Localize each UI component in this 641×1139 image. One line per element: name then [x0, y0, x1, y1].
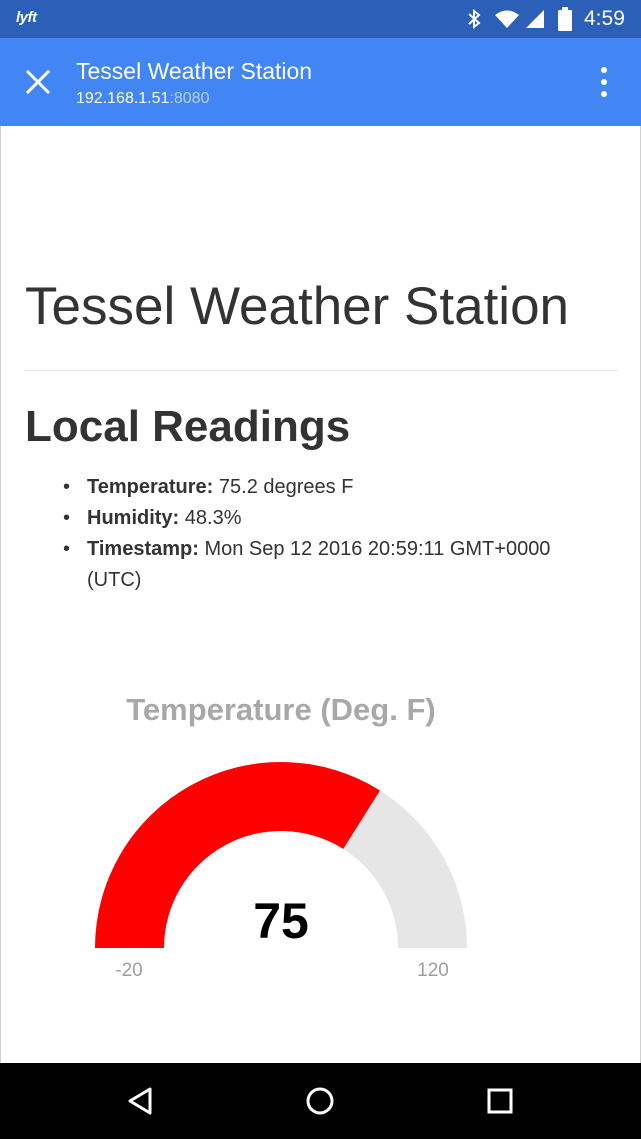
- section-title: Local Readings: [25, 402, 351, 451]
- nav-bar: [0, 1063, 641, 1139]
- home-icon[interactable]: [298, 1079, 342, 1123]
- gauge-value: 75: [253, 893, 309, 949]
- lyft-logo: lyft: [16, 9, 37, 26]
- bluetooth-icon: [468, 9, 481, 29]
- wifi-icon: [495, 10, 519, 28]
- back-icon[interactable]: [118, 1079, 162, 1123]
- app-bar: Tessel Weather Station 192.168.1.51:8080: [0, 38, 641, 126]
- url-port: :8080: [169, 90, 210, 107]
- app-bar-title: Tessel Weather Station: [76, 58, 313, 84]
- reading-value: 48.3%: [179, 507, 242, 529]
- gauge-min-label: -20: [115, 960, 143, 981]
- reading-value: 75.2 degrees F: [213, 476, 354, 498]
- divider: [25, 370, 618, 371]
- app-bar-url: 192.168.1.51:8080: [76, 90, 209, 108]
- reading-label: Humidity:: [87, 507, 180, 529]
- list-item-timestamp: Timestamp: Mon Sep 12 2016 20:59:11 GMT+…: [63, 534, 607, 596]
- reading-label: Temperature:: [87, 476, 214, 498]
- list-item-humidity: Humidity: 48.3%: [63, 503, 607, 534]
- gauge-title: Temperature (Deg. F): [126, 692, 436, 727]
- readings-list: Temperature: 75.2 degrees F Humidity: 48…: [63, 472, 607, 596]
- list-item-temperature: Temperature: 75.2 degrees F: [63, 472, 607, 503]
- status-clock: 4:59: [584, 7, 625, 30]
- url-host: 192.168.1.51: [76, 90, 170, 107]
- status-bar: lyft 4:59: [0, 0, 641, 38]
- recents-icon[interactable]: [478, 1079, 522, 1123]
- battery-icon: [558, 7, 572, 31]
- reading-label: Timestamp:: [87, 538, 199, 560]
- close-icon[interactable]: [20, 64, 56, 100]
- gauge-max-label: 120: [417, 960, 449, 981]
- cell-signal-icon: [526, 10, 544, 28]
- web-content: Tessel Weather Station Local Readings Te…: [0, 126, 641, 1063]
- page-title: Tessel Weather Station: [25, 277, 570, 336]
- more-vert-icon[interactable]: [592, 64, 616, 100]
